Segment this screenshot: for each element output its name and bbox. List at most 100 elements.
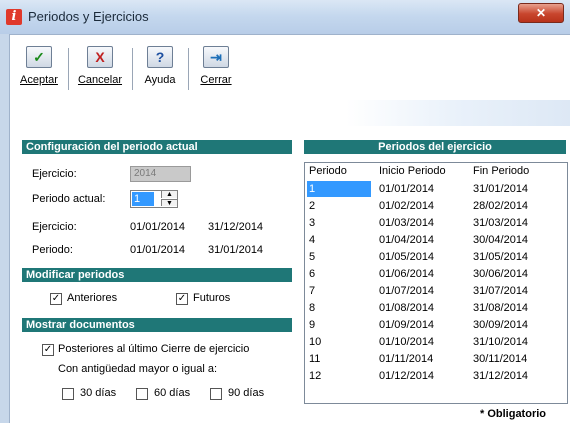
table-row[interactable]: 8 01/08/2014 31/08/2014: [305, 300, 567, 316]
cancel-x-icon: X: [87, 46, 113, 68]
toolbar: ✓ Aceptar X Cancelar ? Ayuda ⇥ Cerrar: [10, 36, 570, 96]
inicio-cell: 01/07/2014: [379, 285, 435, 297]
title-bar: i Periodos y Ejercicios ✕: [0, 0, 570, 35]
fin-cell: 31/12/2014: [473, 370, 529, 382]
table-row[interactable]: 4 01/04/2014 30/04/2014: [305, 232, 567, 248]
ejercicio-end: 31/12/2014: [208, 221, 264, 233]
periodo-start: 01/01/2014: [130, 244, 186, 256]
close-window-button[interactable]: ✕: [518, 3, 564, 23]
column-header-fin[interactable]: Fin Periodo: [473, 165, 529, 177]
inicio-cell: 01/01/2014: [379, 183, 435, 195]
table-row[interactable]: 5 01/05/2014 31/05/2014: [305, 249, 567, 265]
fin-cell: 30/06/2014: [473, 268, 529, 280]
periodos-list[interactable]: Periodo Inicio Periodo Fin Periodo 1 01/0…: [304, 162, 568, 404]
toolbar-separator: [132, 48, 133, 90]
periodo-cell: 5: [309, 251, 316, 263]
dias-30-checkbox[interactable]: [62, 388, 74, 400]
cerrar-button[interactable]: ⇥ Cerrar: [192, 42, 240, 94]
cancelar-button[interactable]: X Cancelar: [72, 42, 128, 94]
stepper-down-icon[interactable]: ▼: [161, 199, 177, 207]
dias-30-label: 30 días: [80, 387, 117, 399]
inicio-cell: 01/04/2014: [379, 234, 435, 246]
required-note: * Obligatorio: [480, 408, 546, 420]
inicio-cell: 01/08/2014: [379, 302, 435, 314]
periodo-actual-label: Periodo actual:: [32, 193, 106, 205]
table-row[interactable]: 1 01/01/2014 31/01/2014: [305, 181, 567, 197]
table-row[interactable]: 9 01/09/2014 30/09/2014: [305, 317, 567, 333]
ejercicio-field: 2014: [130, 166, 191, 182]
ejercicio-range-label: Ejercicio:: [32, 221, 77, 233]
periodo-cell: 12: [309, 370, 322, 382]
inicio-cell: 01/09/2014: [379, 319, 435, 331]
periodo-cell: 10: [309, 336, 322, 348]
table-row[interactable]: 6 01/06/2014 30/06/2014: [305, 266, 567, 282]
aceptar-button[interactable]: ✓ Aceptar: [12, 42, 66, 94]
periodo-cell: 1: [307, 181, 371, 197]
dias-90-checkbox[interactable]: [210, 388, 222, 400]
cerrar-label: Cerrar: [200, 74, 232, 86]
toolbar-separator: [68, 48, 69, 90]
fin-cell: 31/10/2014: [473, 336, 529, 348]
anteriores-checkbox[interactable]: ✓: [50, 293, 62, 305]
fin-cell: 31/07/2014: [473, 285, 529, 297]
periodo-cell: 11: [309, 353, 321, 365]
table-row[interactable]: 7 01/07/2014 31/07/2014: [305, 283, 567, 299]
app-icon: i: [6, 9, 22, 25]
table-row[interactable]: 3 01/03/2014 31/03/2014: [305, 215, 567, 231]
fin-cell: 31/03/2014: [473, 217, 529, 229]
modificar-header: Modificar periodos: [22, 268, 292, 282]
table-row[interactable]: 12 01/12/2014 31/12/2014: [305, 368, 567, 384]
periodo-label: Periodo:: [32, 244, 73, 256]
toolbar-separator: [188, 48, 189, 90]
column-header-periodo[interactable]: Periodo: [309, 165, 347, 177]
periodo-actual-value[interactable]: 1: [132, 192, 154, 206]
mostrar-header: Mostrar documentos: [22, 318, 292, 332]
periodo-actual-stepper[interactable]: 1 ▲ ▼: [130, 190, 178, 208]
inicio-cell: 01/06/2014: [379, 268, 435, 280]
dias-60-label: 60 días: [154, 387, 191, 399]
fin-cell: 31/08/2014: [473, 302, 529, 314]
periodo-cell: 3: [309, 217, 316, 229]
dias-60-checkbox[interactable]: [136, 388, 148, 400]
fin-cell: 30/11/2014: [473, 353, 528, 365]
inicio-cell: 01/11/2014: [379, 353, 434, 365]
posteriores-checkbox[interactable]: ✓: [42, 344, 54, 356]
inicio-cell: 01/02/2014: [379, 200, 435, 212]
window-title: Periodos y Ejercicios: [28, 9, 149, 24]
table-row[interactable]: 10 01/10/2014 31/10/2014: [305, 334, 567, 350]
periodo-end: 31/01/2014: [208, 244, 264, 256]
antiguedad-label: Con antigüedad mayor o igual a:: [58, 363, 217, 375]
futuros-checkbox[interactable]: ✓: [176, 293, 188, 305]
column-header-inicio[interactable]: Inicio Periodo: [379, 165, 446, 177]
periodo-cell: 2: [309, 200, 316, 212]
fin-cell: 31/01/2014: [473, 183, 529, 195]
ejercicio-start: 01/01/2014: [130, 221, 186, 233]
fin-cell: 31/05/2014: [473, 251, 529, 263]
exit-door-icon: ⇥: [203, 46, 229, 68]
inicio-cell: 01/12/2014: [379, 370, 435, 382]
window-frame: [0, 34, 10, 423]
ayuda-button[interactable]: ? Ayuda: [136, 42, 184, 94]
ejercicio-label: Ejercicio:: [32, 168, 77, 180]
inicio-cell: 01/03/2014: [379, 217, 435, 229]
futuros-label: Futuros: [193, 292, 231, 304]
ayuda-label: Ayuda: [144, 74, 176, 86]
table-row[interactable]: 11 01/11/2014 30/11/2014: [305, 351, 567, 367]
posteriores-label: Posteriores al último Cierre de ejercici…: [58, 343, 250, 355]
fin-cell: 28/02/2014: [473, 200, 529, 212]
fin-cell: 30/04/2014: [473, 234, 529, 246]
periodo-cell: 8: [309, 302, 316, 314]
status-strip: [10, 100, 570, 126]
fin-cell: 30/09/2014: [473, 319, 529, 331]
inicio-cell: 01/05/2014: [379, 251, 435, 263]
periodo-cell: 6: [309, 268, 316, 280]
periodos-header: Periodos del ejercicio: [304, 140, 566, 154]
check-icon: ✓: [26, 46, 52, 68]
table-row[interactable]: 2 01/02/2014 28/02/2014: [305, 198, 567, 214]
dias-90-label: 90 días: [228, 387, 265, 399]
stepper-up-icon[interactable]: ▲: [161, 191, 177, 198]
help-icon: ?: [147, 46, 173, 68]
inicio-cell: 01/10/2014: [379, 336, 435, 348]
periodo-cell: 4: [309, 234, 316, 246]
anteriores-label: Anteriores: [67, 292, 118, 304]
